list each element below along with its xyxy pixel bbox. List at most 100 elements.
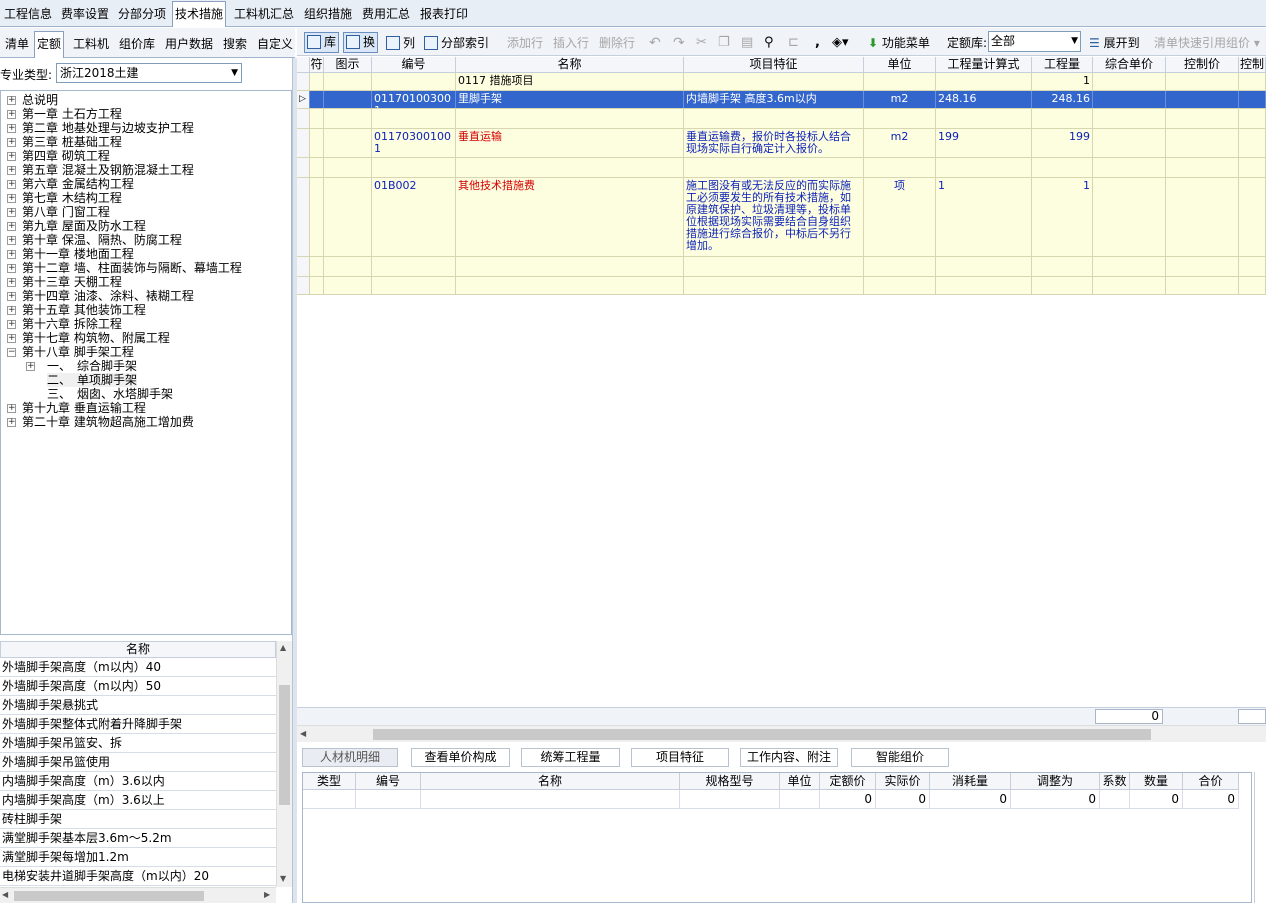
expand-icon[interactable]: + (7, 320, 16, 329)
grid-header[interactable] (297, 57, 310, 73)
expand-icon[interactable]: + (7, 96, 16, 105)
tree-item[interactable]: 第七章 木结构工程 (22, 191, 122, 205)
grid-cell[interactable] (1166, 129, 1239, 157)
expand-icon[interactable]: + (7, 250, 16, 259)
grid-cell[interactable] (1093, 158, 1166, 177)
row-marker[interactable] (297, 109, 310, 128)
detail-header[interactable]: 实际价 (876, 773, 930, 790)
grid-header[interactable]: 编号 (372, 57, 456, 73)
detail-cell[interactable] (1100, 790, 1130, 809)
table-row[interactable]: 01B002 其他技术措施费 施工图没有或无法反应的而实际施工必须要发生的所有技术措… (297, 178, 1266, 257)
grid-cell[interactable] (310, 91, 324, 108)
grid-header[interactable]: 符 (310, 57, 324, 73)
columns-button[interactable]: 列 (386, 34, 415, 52)
quota-list-item[interactable]: 内墙脚手架高度（m）3.6以内 (0, 772, 276, 791)
scroll-left-icon[interactable]: ◀ (2, 890, 8, 899)
tab-project-info[interactable]: 工程信息 (2, 2, 54, 26)
undo-icon[interactable]: ↶ (649, 34, 661, 52)
grid-cell[interactable] (1239, 158, 1266, 177)
cell-code[interactable] (372, 277, 456, 294)
grid-header[interactable]: 名称 (456, 57, 684, 73)
tree-item[interactable]: 第十三章 天棚工程 (22, 275, 122, 289)
grid-cell[interactable] (1239, 178, 1266, 256)
expand-to-button[interactable]: ☰ 展开到 (1089, 34, 1140, 52)
quota-list-item[interactable]: 外墙脚手架吊篮安、拆 (0, 734, 276, 753)
grid-cell[interactable] (1093, 277, 1166, 294)
tree-item[interactable]: 第十二章 墙、柱面装饰与隔断、幕墙工程 (22, 261, 242, 275)
quota-list-item[interactable]: 外墙脚手架吊篮使用 (0, 753, 276, 772)
expand-icon[interactable]: + (7, 334, 16, 343)
tree-item[interactable]: 第四章 砌筑工程 (22, 149, 110, 163)
detail-cell[interactable] (421, 790, 680, 809)
collapse-icon[interactable]: − (7, 348, 16, 357)
cell-unit[interactable] (864, 109, 936, 128)
expand-icon[interactable]: + (7, 180, 16, 189)
table-row[interactable]: ▷011701003001里脚手架内墙脚手架 高度3.6m以内m2248.162… (297, 91, 1266, 109)
tree-item[interactable]: 第二十章 建筑物超高施工增加费 (22, 415, 194, 429)
tab-material-summary[interactable]: 工料机汇总 (232, 2, 296, 26)
cell-unit[interactable] (864, 73, 936, 90)
left-tab-materials[interactable]: 工料机 (71, 32, 111, 57)
insert-row-button[interactable]: 插入行 (553, 34, 589, 52)
left-tab-custom[interactable]: 自定义 (255, 32, 295, 57)
filter-icon[interactable]: ⊏ (788, 34, 799, 52)
grid-cell[interactable] (310, 158, 324, 177)
scroll-right-icon[interactable]: ▶ (264, 890, 270, 899)
tree-item[interactable]: 第一章 土石方工程 (22, 107, 122, 121)
grid-cell[interactable] (324, 73, 372, 90)
detail-cell[interactable]: 0 (1011, 790, 1100, 809)
expand-icon[interactable]: + (7, 306, 16, 315)
grid-cell[interactable] (1166, 73, 1239, 90)
expand-icon[interactable]: + (26, 362, 35, 371)
grid-cell[interactable] (310, 257, 324, 276)
detail-cell[interactable]: 0 (1130, 790, 1183, 809)
tab-unit-price-composition[interactable]: 查看单价构成 (411, 748, 510, 767)
detail-cell[interactable]: 0 (820, 790, 876, 809)
quota-list-item[interactable]: 满堂脚手架每增加1.2m (0, 848, 276, 867)
cell-name[interactable]: 0117 措施项目 (456, 73, 684, 90)
left-tab-bill[interactable]: 清单 (3, 32, 31, 57)
grid-cell[interactable] (324, 109, 372, 128)
scroll-up-icon[interactable]: ▲ (280, 643, 286, 652)
grid-cell[interactable] (310, 178, 324, 256)
tree-subitem[interactable]: 三、 烟囱、水塔脚手架 (47, 387, 173, 401)
list-vertical-scrollbar[interactable]: ▲ ▼ (276, 641, 292, 887)
row-marker[interactable] (297, 73, 310, 90)
table-row[interactable] (297, 109, 1266, 129)
function-menu-button[interactable]: ⬇ 功能菜单 (868, 34, 930, 52)
grid-header[interactable]: 控制价 (1166, 57, 1239, 73)
specialty-select[interactable]: 浙江2018土建 ▼ (56, 63, 242, 83)
cell-code[interactable]: 011703001001 (372, 129, 456, 157)
detail-header[interactable]: 单位 (780, 773, 820, 790)
grid-cell[interactable] (1093, 109, 1166, 128)
cell-formula[interactable] (936, 109, 1032, 128)
tab-report-print[interactable]: 报表打印 (418, 2, 470, 26)
cell-formula[interactable] (936, 277, 1032, 294)
tab-rate-settings[interactable]: 费率设置 (59, 2, 111, 26)
tree-item[interactable]: 第五章 混凝土及钢筋混凝土工程 (22, 163, 194, 177)
cell-name[interactable] (456, 109, 684, 128)
detail-header[interactable]: 编号 (356, 773, 421, 790)
cell-name[interactable] (456, 277, 684, 294)
tab-sub-items[interactable]: 分部分项 (116, 2, 168, 26)
expand-icon[interactable]: + (7, 222, 16, 231)
cell-name[interactable] (456, 158, 684, 177)
tree-item[interactable]: 第十七章 构筑物、附属工程 (22, 331, 170, 345)
row-marker[interactable] (297, 257, 310, 276)
cell-qty[interactable]: 1 (1032, 178, 1093, 256)
row-pointer-icon[interactable]: ▷ (297, 91, 310, 108)
left-tab-search[interactable]: 搜索 (221, 32, 249, 57)
grid-header[interactable]: 项目特征 (684, 57, 864, 73)
cell-feature[interactable]: 垂直运输费，报价时各投标人结合现场实际自行确定计入报价。 (684, 129, 864, 157)
grid-cell[interactable] (324, 91, 372, 108)
grid-cell[interactable] (324, 178, 372, 256)
grid-cell[interactable] (310, 129, 324, 157)
tree-subitem[interactable]: 一、 综合脚手架 (47, 359, 137, 373)
cell-feature[interactable] (684, 257, 864, 276)
tree-item[interactable]: 第六章 金属结构工程 (22, 177, 134, 191)
grid-cell[interactable] (310, 109, 324, 128)
list-horizontal-scrollbar[interactable]: ◀ ▶ (0, 887, 276, 903)
grid-cell[interactable] (1166, 277, 1239, 294)
tree-item[interactable]: 第十四章 油漆、涂料、裱糊工程 (22, 289, 194, 303)
grid-header[interactable]: 图示 (324, 57, 372, 73)
